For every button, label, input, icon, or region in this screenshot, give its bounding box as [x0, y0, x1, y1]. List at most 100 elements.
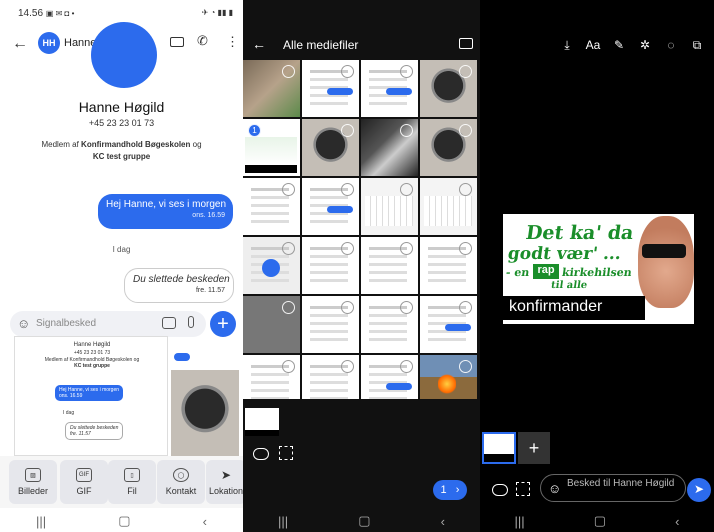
edited-image[interactable]: Det ka' da godt vær' ... - en rap kirkeh…	[503, 214, 694, 324]
picker-camera-icon[interactable]	[459, 38, 473, 49]
media-tile[interactable]	[302, 237, 359, 294]
preview-name: Hanne Høgild	[73, 342, 111, 348]
attach-plus-button[interactable]: +	[210, 311, 236, 337]
recents-icon[interactable]: |||	[515, 514, 525, 529]
media-tile[interactable]	[243, 60, 300, 117]
media-tile[interactable]	[302, 355, 359, 399]
back-icon[interactable]: ‹	[203, 514, 207, 529]
select-circle[interactable]	[400, 124, 413, 137]
attach-contact-button[interactable]: ◯ Kontakt	[157, 460, 205, 504]
select-circle[interactable]	[341, 301, 354, 314]
attach-gif-button[interactable]: GIF GIF	[60, 460, 108, 504]
send-button[interactable]: ➤	[687, 478, 711, 502]
contact-avatar[interactable]: HH	[38, 32, 60, 54]
picker-back-icon[interactable]: ←	[252, 36, 266, 52]
attach-file-button[interactable]: ▯ Fil	[108, 460, 156, 504]
selected-thumbnail[interactable]	[245, 408, 279, 436]
select-circle[interactable]	[282, 360, 295, 373]
media-tile[interactable]	[302, 60, 359, 117]
select-circle[interactable]	[400, 242, 413, 255]
media-tile[interactable]	[302, 119, 359, 176]
media-tile[interactable]	[420, 178, 477, 235]
back-icon[interactable]: ‹	[441, 514, 445, 529]
home-icon[interactable]: ▢	[358, 513, 370, 529]
headphones-photo-thumbnail[interactable]	[171, 370, 239, 456]
select-circle[interactable]	[282, 65, 295, 78]
blur-tool-icon[interactable]: ✲	[632, 38, 658, 54]
select-circle[interactable]	[341, 360, 354, 373]
media-tile[interactable]	[302, 296, 359, 353]
emoji-icon[interactable]: ☺	[17, 316, 30, 331]
media-tile[interactable]	[243, 296, 300, 353]
select-circle[interactable]	[400, 301, 413, 314]
home-icon[interactable]: ▢	[118, 513, 130, 529]
send-selected-button[interactable]: 1 ›	[433, 480, 467, 500]
media-tile[interactable]	[361, 178, 418, 235]
select-circle[interactable]	[341, 65, 354, 78]
message-input[interactable]: Signalbesked	[36, 318, 96, 329]
more-menu-icon[interactable]: ⋮	[226, 34, 239, 50]
phone-call-icon[interactable]: ✆	[197, 33, 208, 49]
select-circle[interactable]	[400, 360, 413, 373]
media-tile[interactable]	[361, 119, 418, 176]
editor-quality-icon[interactable]	[516, 482, 530, 496]
media-tile[interactable]	[243, 355, 300, 399]
attach-gallery-button[interactable]: ▨ Billeder	[9, 460, 57, 504]
gif-sticker-icon[interactable]	[253, 448, 269, 460]
select-circle[interactable]	[341, 124, 354, 137]
media-tile[interactable]	[361, 355, 418, 399]
text-tool-icon[interactable]: Aa	[580, 38, 606, 54]
media-tile[interactable]	[420, 355, 477, 399]
attach-gif-label: GIF	[76, 486, 92, 496]
home-icon[interactable]: ▢	[594, 513, 606, 529]
caption-emoji-icon[interactable]: ☺	[548, 481, 561, 496]
mic-icon[interactable]	[188, 316, 194, 328]
media-tile[interactable]	[361, 237, 418, 294]
media-tile[interactable]	[361, 296, 418, 353]
media-tile[interactable]	[420, 119, 477, 176]
outgoing-message[interactable]: Hej Hanne, vi ses i morgen ons. 16.59	[98, 194, 233, 229]
select-circle[interactable]	[341, 183, 354, 196]
select-circle[interactable]	[341, 242, 354, 255]
camera-icon[interactable]	[162, 317, 176, 329]
media-tile[interactable]	[243, 237, 300, 294]
selected-count-badge[interactable]: 1	[248, 124, 261, 137]
media-tile[interactable]	[420, 237, 477, 294]
media-tile[interactable]	[243, 178, 300, 235]
media-tile[interactable]	[420, 60, 477, 117]
media-tile[interactable]	[361, 60, 418, 117]
add-image-button[interactable]: +	[518, 432, 550, 464]
select-circle[interactable]	[459, 301, 472, 314]
sticker-tool-icon[interactable]: ◌	[658, 38, 684, 54]
video-call-icon[interactable]	[170, 37, 184, 47]
photo-quality-icon[interactable]	[279, 446, 293, 460]
select-circle[interactable]	[459, 360, 472, 373]
select-circle[interactable]	[459, 65, 472, 78]
recents-icon[interactable]: |||	[36, 514, 46, 529]
attach-location-button[interactable]: ➤ Lokation	[206, 460, 243, 504]
media-tile[interactable]	[420, 296, 477, 353]
save-icon[interactable]: ⤓	[554, 38, 580, 54]
media-tile[interactable]	[302, 178, 359, 235]
select-circle[interactable]	[282, 242, 295, 255]
message-composer[interactable]: ☺ Signalbesked	[10, 311, 206, 337]
select-circle[interactable]	[282, 301, 295, 314]
back-arrow-icon[interactable]: ←	[12, 35, 28, 53]
select-circle[interactable]	[282, 183, 295, 196]
media-tile-selected[interactable]: 1	[243, 119, 300, 176]
draw-tool-icon[interactable]: ✎	[606, 38, 632, 54]
caption-input[interactable]: ☺ Besked til Hanne Høgild	[540, 474, 686, 502]
editor-gif-icon[interactable]	[492, 484, 508, 496]
select-circle[interactable]	[400, 65, 413, 78]
select-circle[interactable]	[459, 242, 472, 255]
conversation-preview-thumbnail[interactable]: Hanne Høgild +45 23 23 01 73 Medlem af K…	[14, 336, 168, 456]
back-icon[interactable]: ‹	[675, 514, 679, 529]
crop-tool-icon[interactable]: ⧉	[684, 38, 710, 54]
editor-thumbnail[interactable]	[482, 432, 516, 464]
sticker-line-1: Det ka' da	[524, 222, 636, 244]
deleted-message[interactable]: Du slettede beskeden fre. 11.57	[124, 268, 234, 303]
select-circle[interactable]	[400, 183, 413, 196]
select-circle[interactable]	[459, 124, 472, 137]
recents-icon[interactable]: |||	[278, 514, 288, 529]
select-circle[interactable]	[459, 183, 472, 196]
